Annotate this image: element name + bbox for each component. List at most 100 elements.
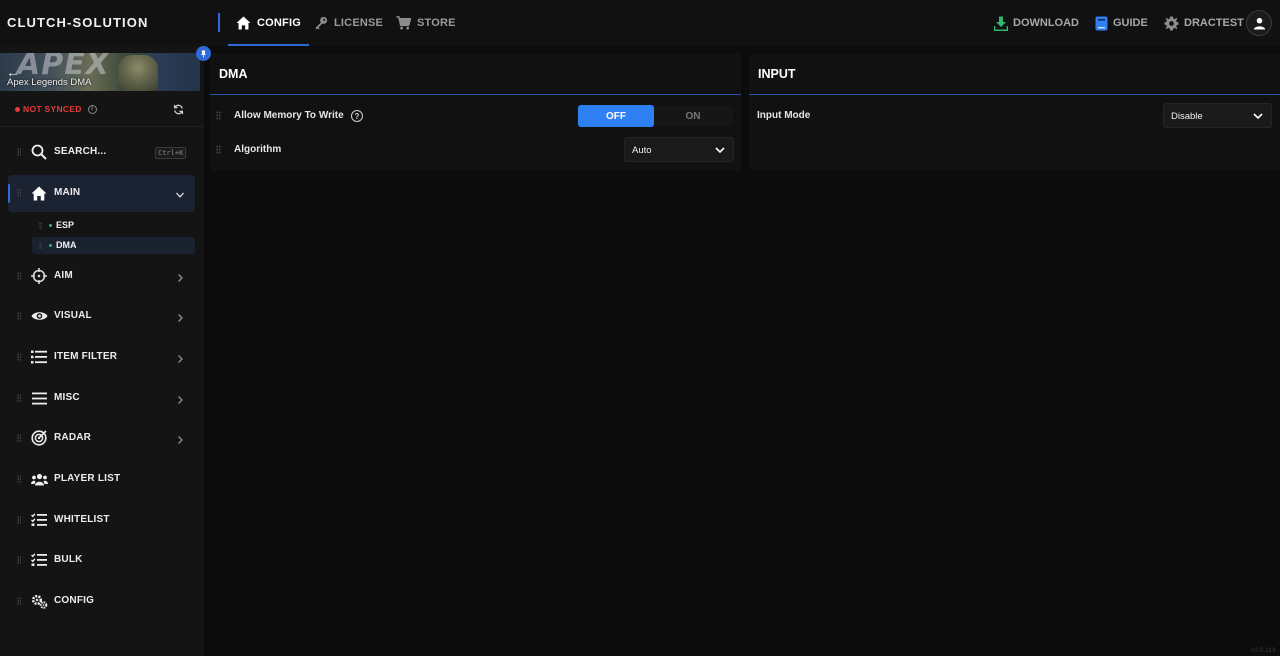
sidebar-subitem-esp[interactable]: ESP (32, 217, 195, 234)
status-dot (15, 106, 20, 112)
crosshair-icon (30, 267, 48, 285)
tab-store[interactable]: STORE (396, 0, 456, 46)
book-icon (1095, 16, 1108, 30)
sidebar-item-label: WHITELIST (54, 514, 110, 525)
drag-handle-icon[interactable] (17, 556, 21, 564)
user-avatar-button[interactable] (1246, 10, 1272, 36)
sidebar-item-label: ITEM FILTER (54, 351, 118, 362)
algorithm-value: Auto (632, 145, 652, 156)
username-label: DRACTEST (1184, 17, 1244, 29)
status-dot (49, 224, 52, 227)
user-icon (1253, 17, 1265, 30)
eye-icon (30, 307, 48, 325)
drag-handle-icon[interactable] (39, 242, 42, 249)
chevron-down-icon (175, 187, 185, 205)
drag-handle-icon[interactable] (17, 394, 21, 402)
input-mode-label: Input Mode (757, 110, 811, 121)
guide-button[interactable]: GUIDE (1095, 0, 1148, 46)
chevron-right-icon (175, 432, 185, 450)
sidebar-search[interactable]: SEARCH... Ctrl+K (8, 134, 195, 171)
allow-memory-label: Allow Memory To Write (234, 110, 344, 121)
radar-icon (30, 429, 48, 447)
sidebar-item-aim[interactable]: AIM (8, 258, 195, 295)
algorithm-select[interactable]: Auto (624, 137, 734, 162)
tab-config[interactable]: CONFIG (228, 0, 309, 46)
brand-divider (218, 13, 220, 32)
sidebar-item-bulk[interactable]: BULK (8, 542, 195, 579)
sidebar-item-misc[interactable]: MISC (8, 380, 195, 417)
sidebar-item-player-list[interactable]: PLAYER LIST (8, 461, 195, 498)
pin-icon[interactable] (196, 46, 211, 61)
home-icon (236, 16, 251, 30)
sync-status-label: NOT SYNCED (23, 104, 82, 114)
drag-handle-icon[interactable] (39, 222, 42, 229)
panel-divider (210, 94, 741, 95)
search-icon (30, 143, 48, 161)
menu-icon (30, 389, 48, 407)
tab-config-label: CONFIG (257, 17, 301, 29)
drag-handle-icon[interactable] (17, 148, 21, 156)
allow-memory-toggle[interactable]: OFF ON (577, 105, 733, 127)
drag-handle-icon[interactable] (17, 353, 21, 361)
game-title: Apex Legends DMA (7, 77, 92, 88)
panel-divider (749, 94, 1280, 95)
search-shortcut-badge: Ctrl+K (155, 147, 187, 159)
sidebar-item-label: AIM (54, 270, 73, 281)
list-icon (30, 348, 48, 366)
sidebar-item-label: RADAR (54, 432, 92, 443)
chevron-right-icon (175, 392, 185, 410)
sidebar-item-label: CONFIG (54, 595, 95, 606)
help-icon[interactable]: ? (351, 110, 363, 122)
sidebar-item-label: BULK (54, 554, 83, 565)
sidebar-item-label: MISC (54, 392, 80, 403)
algorithm-label: Algorithm (234, 144, 282, 155)
version-label: v3.0.113 (1251, 647, 1276, 654)
tab-store-label: STORE (417, 17, 456, 29)
drag-handle-icon[interactable] (17, 272, 21, 280)
account-settings-button[interactable]: DRACTEST (1164, 0, 1244, 46)
drag-handle-icon[interactable] (17, 475, 21, 483)
home-icon (30, 184, 48, 202)
drag-handle-icon[interactable] (17, 516, 21, 524)
sidebar-item-config[interactable]: CONFIG (8, 583, 195, 620)
gears-icon (30, 592, 48, 610)
status-dot (49, 244, 52, 247)
sidebar-item-label: VISUAL (54, 310, 92, 321)
guide-label: GUIDE (1113, 17, 1148, 29)
sidebar-item-radar[interactable]: RADAR (8, 420, 195, 457)
drag-handle-icon[interactable] (17, 312, 21, 320)
drag-handle-icon[interactable] (17, 597, 21, 605)
sidebar-item-visual[interactable]: VISUAL (8, 298, 195, 335)
checklist-icon (30, 551, 48, 569)
tab-license-label: LICENSE (334, 17, 384, 29)
input-mode-select[interactable]: Disable (1163, 103, 1272, 128)
drag-handle-icon[interactable] (216, 111, 221, 120)
panel-title: DMA (219, 67, 248, 81)
top-bar: CLUTCH-SOLUTION CONFIG LICENSE STORE DOW… (0, 0, 1280, 46)
download-label: DOWNLOAD (1013, 17, 1079, 29)
refresh-icon[interactable] (173, 102, 184, 120)
sidebar-item-label: MAIN (54, 187, 81, 198)
tab-license[interactable]: LICENSE (314, 0, 383, 46)
toggle-off-option[interactable]: OFF (578, 105, 654, 127)
sidebar-subitem-dma[interactable]: DMA (32, 237, 195, 254)
toggle-on-option[interactable]: ON (655, 105, 731, 127)
gear-icon (1164, 15, 1179, 31)
sidebar-item-item-filter[interactable]: ITEM FILTER (8, 339, 195, 376)
game-banner[interactable]: APEX ← Apex Legends DMA (0, 53, 200, 91)
info-icon[interactable]: i (87, 104, 97, 114)
chevron-down-icon (715, 146, 725, 157)
input-mode-value: Disable (1171, 111, 1203, 122)
sidebar-item-label: PLAYER LIST (54, 473, 121, 484)
chevron-down-icon (1253, 112, 1263, 123)
drag-handle-icon[interactable] (17, 434, 21, 442)
drag-handle-icon[interactable] (17, 189, 21, 197)
users-icon (30, 470, 48, 488)
subitem-label: DMA (56, 240, 77, 250)
drag-handle-icon[interactable] (216, 145, 221, 154)
download-icon (994, 16, 1008, 31)
sidebar-item-whitelist[interactable]: WHITELIST (8, 502, 195, 539)
sidebar-item-main[interactable]: MAIN (8, 175, 195, 212)
subitem-label: ESP (56, 220, 75, 230)
download-button[interactable]: DOWNLOAD (994, 0, 1079, 46)
